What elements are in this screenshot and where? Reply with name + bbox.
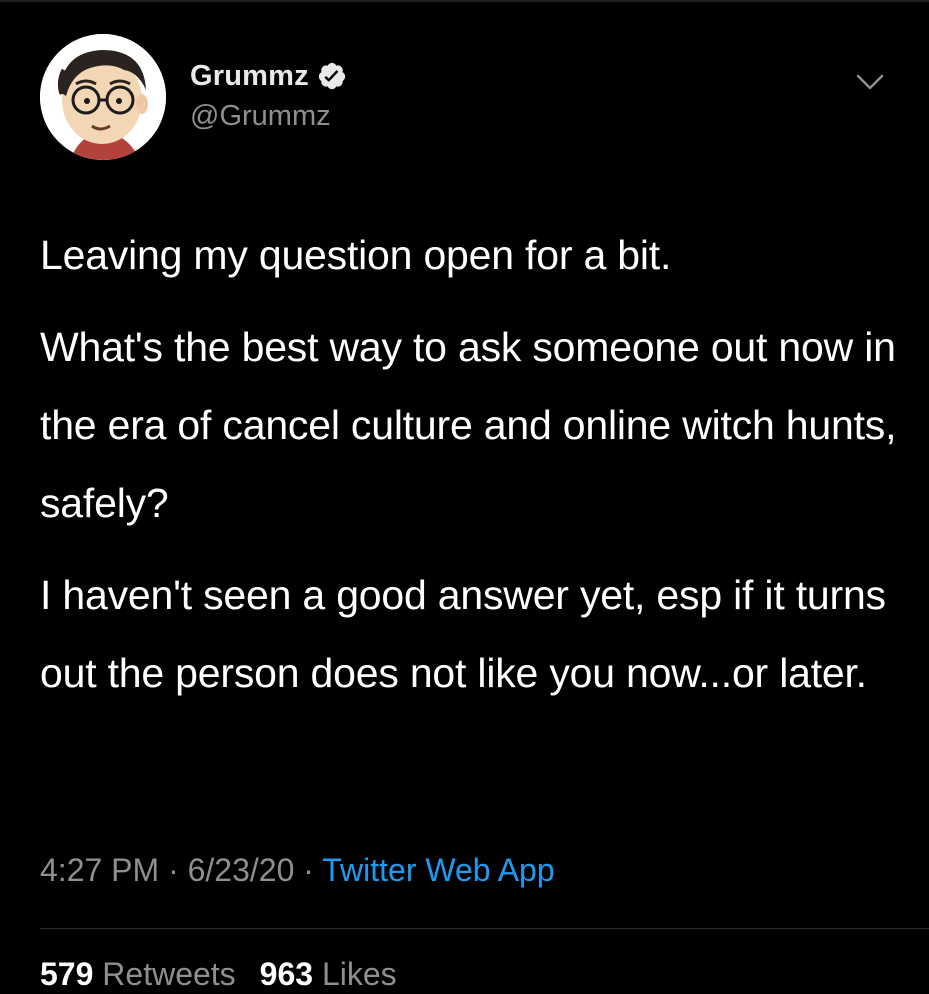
tweet-stats: 579 Retweets 963 Likes	[40, 956, 421, 993]
tweet-source-link[interactable]: Twitter Web App	[322, 852, 554, 888]
tweet-menu-button[interactable]	[850, 62, 890, 102]
avatar[interactable]	[40, 34, 166, 160]
author-names: Grummz @Grummz	[190, 56, 347, 133]
meta-separator: ·	[159, 852, 188, 888]
avatar-cartoon-face-icon	[40, 34, 166, 160]
display-name[interactable]: Grummz	[190, 60, 309, 93]
tweet-text: Leaving my question open for a bit. What…	[40, 216, 900, 712]
tweet-meta: 4:27 PM · 6/23/20 · Twitter Web App	[40, 852, 555, 889]
chevron-down-icon	[856, 74, 884, 90]
retweets-label: Retweets	[102, 956, 236, 992]
display-name-row: Grummz	[190, 56, 347, 96]
tweet-time[interactable]: 4:27 PM	[40, 852, 159, 888]
verified-badge-icon	[317, 61, 347, 91]
top-divider	[0, 0, 929, 2]
tweet-header: Grummz @Grummz	[40, 34, 890, 164]
likes-count: 963	[259, 956, 314, 992]
retweets-count: 579	[40, 956, 94, 992]
author-handle[interactable]: @Grummz	[190, 100, 347, 133]
likes-stat[interactable]: 963 Likes	[260, 956, 397, 992]
divider	[40, 928, 929, 929]
tweet-paragraph: I haven't seen a good answer yet, esp if…	[40, 572, 886, 696]
likes-label: Likes	[321, 956, 397, 992]
tweet-paragraph: What's the best way to ask someone out n…	[40, 324, 897, 526]
tweet-paragraph: Leaving my question open for a bit.	[40, 232, 672, 278]
tweet-date[interactable]: 6/23/20	[188, 852, 295, 888]
meta-separator: ·	[294, 852, 323, 888]
retweets-stat[interactable]: 579 Retweets	[40, 956, 236, 992]
